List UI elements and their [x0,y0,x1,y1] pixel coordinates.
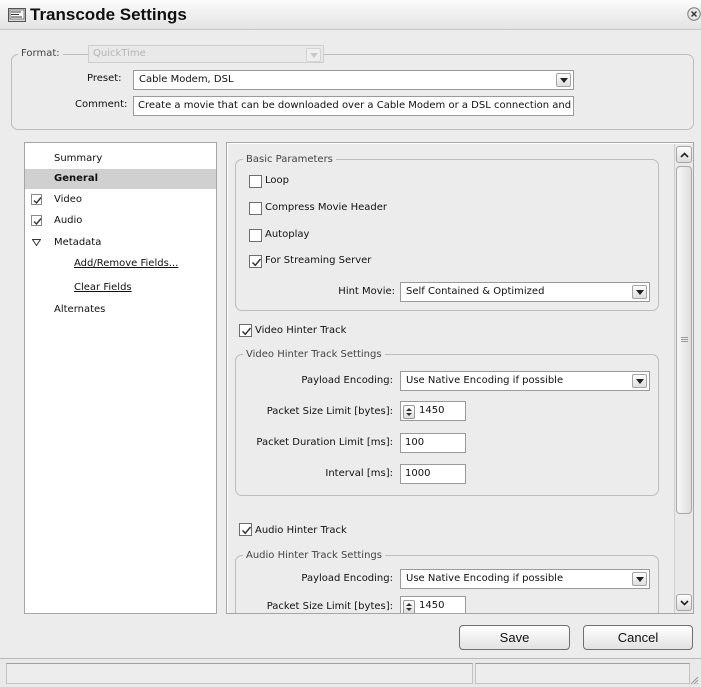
chevron-down-icon[interactable] [632,374,647,388]
audio-packet-size-value: 1450 [419,600,445,611]
disclosure-triangle-icon[interactable] [32,239,41,246]
status-cell-main [6,663,473,684]
checkmark-icon [33,218,42,226]
sidebar-item-label: Metadata [54,237,102,248]
grip-line [681,337,688,338]
audio-hinter-settings-legend: Audio Hinter Track Settings [243,550,385,562]
sidebar-item-alternates[interactable]: Alternates [25,300,216,320]
audio-hinter-track-label: Audio Hinter Track [255,525,347,536]
checkmark-icon [241,526,252,535]
checkmark-icon [251,258,262,267]
window-title: Transcode Settings [30,5,187,24]
audio-packet-size-field[interactable]: 1450 [400,596,466,613]
stepper-icon[interactable] [403,405,415,419]
scrollbar-thumb[interactable] [676,166,692,514]
audio-payload-encoding-label: Payload Encoding: [301,573,393,584]
chevron-up-icon [680,152,689,158]
video-hinter-settings-legend: Video Hinter Track Settings [243,349,385,361]
video-payload-encoding-value: Use Native Encoding if possible [406,375,564,386]
comment-label: Comment: [75,99,128,110]
grip-line [681,341,688,342]
sidebar-item-label: Video [54,194,83,205]
video-packet-duration-field[interactable]: 100 [400,433,466,453]
video-hinter-track-checkbox[interactable] [239,324,252,337]
hint-movie-select[interactable]: Self Contained & Optimized [400,282,650,302]
preset-label: Preset: [87,73,122,84]
video-packet-size-field[interactable]: 1450 [400,401,466,421]
chevron-down-icon[interactable] [632,572,647,586]
preset-select[interactable]: Cable Modem, DSL [133,70,574,90]
video-packet-duration-label: Packet Duration Limit [ms]: [256,437,393,448]
vertical-scrollbar[interactable] [674,144,693,613]
video-interval-label: Interval [ms]: [325,468,393,479]
video-payload-encoding-select[interactable]: Use Native Encoding if possible [400,371,650,391]
autoplay-checkbox[interactable] [249,229,262,242]
video-packet-size-label: Packet Size Limit [bytes]: [266,406,393,417]
audio-payload-encoding-select[interactable]: Use Native Encoding if possible [400,569,650,589]
audio-packet-size-label: Packet Size Limit [bytes]: [266,601,393,612]
loop-label: Loop [265,175,289,186]
status-cell-secondary [475,663,690,684]
sidebar-item-label: Clear Fields [74,282,132,293]
settings-scroll-area[interactable]: Basic Parameters Loop Compress Movie Hea… [228,144,674,613]
sidebar-item-video[interactable]: Video [25,190,216,210]
audio-payload-encoding-value: Use Native Encoding if possible [406,573,564,584]
sidebar-item-metadata[interactable]: Metadata [25,233,216,253]
close-icon[interactable] [687,7,701,21]
format-label: Format: [18,48,63,60]
save-button[interactable]: Save [459,625,570,650]
sidebar-item-summary[interactable]: Summary [25,149,216,169]
video-packet-size-value: 1450 [419,405,445,416]
format-select: QuickTime [88,45,324,63]
stepper-icon[interactable] [403,600,415,613]
sidebar-item-label: General [54,173,98,184]
compress-movie-header-label: Compress Movie Header [265,202,388,213]
chevron-down-icon [680,600,689,606]
checkmark-icon [33,197,42,205]
video-hinter-track-label: Video Hinter Track [255,325,347,336]
streaming-server-checkbox[interactable] [249,255,262,268]
resize-grip-icon[interactable] [689,675,699,685]
compress-movie-header-checkbox[interactable] [249,202,262,215]
sidebar-item-label: Alternates [54,304,106,315]
status-bar [0,658,701,687]
preset-value: Cable Modem, DSL [139,74,234,85]
audio-checkbox[interactable] [31,215,42,226]
sidebar-item-label: Summary [54,153,103,164]
hint-movie-label: Hint Movie: [338,286,395,297]
sidebar-item-general[interactable]: General [25,169,216,189]
format-group [11,54,694,130]
scroll-down-button[interactable] [676,594,692,611]
sidebar-item-audio[interactable]: Audio [25,211,216,231]
basic-parameters-legend: Basic Parameters [243,154,336,166]
sidebar-item-label: Add/Remove Fields... [74,258,179,269]
cancel-button[interactable]: Cancel [583,625,693,650]
settings-app-icon [8,8,26,22]
video-interval-field[interactable]: 1000 [400,464,466,484]
sidebar-link-add-remove-fields[interactable]: Add/Remove Fields... [25,254,216,274]
streaming-server-label: For Streaming Server [265,255,372,266]
sidebar: Summary General Video Audio Metadata Add… [24,142,217,614]
format-value: QuickTime [93,48,146,59]
audio-hinter-track-checkbox[interactable] [239,523,252,536]
scroll-up-button[interactable] [676,146,692,163]
comment-field[interactable]: Create a movie that can be downloaded ov… [133,96,574,116]
sidebar-item-label: Audio [54,215,83,226]
hint-movie-value: Self Contained & Optimized [406,286,545,297]
chevron-down-icon[interactable] [556,73,571,87]
title-bar[interactable]: Transcode Settings [0,0,701,30]
video-payload-encoding-label: Payload Encoding: [301,375,393,386]
checkmark-icon [241,327,252,336]
grip-line [681,339,688,340]
settings-panel: Basic Parameters Loop Compress Movie Hea… [226,142,694,614]
chevron-down-icon [306,48,321,62]
sidebar-link-clear-fields[interactable]: Clear Fields [25,278,216,298]
video-checkbox[interactable] [31,194,42,205]
chevron-down-icon[interactable] [632,285,647,299]
autoplay-label: Autoplay [265,229,310,240]
loop-checkbox[interactable] [249,175,262,188]
